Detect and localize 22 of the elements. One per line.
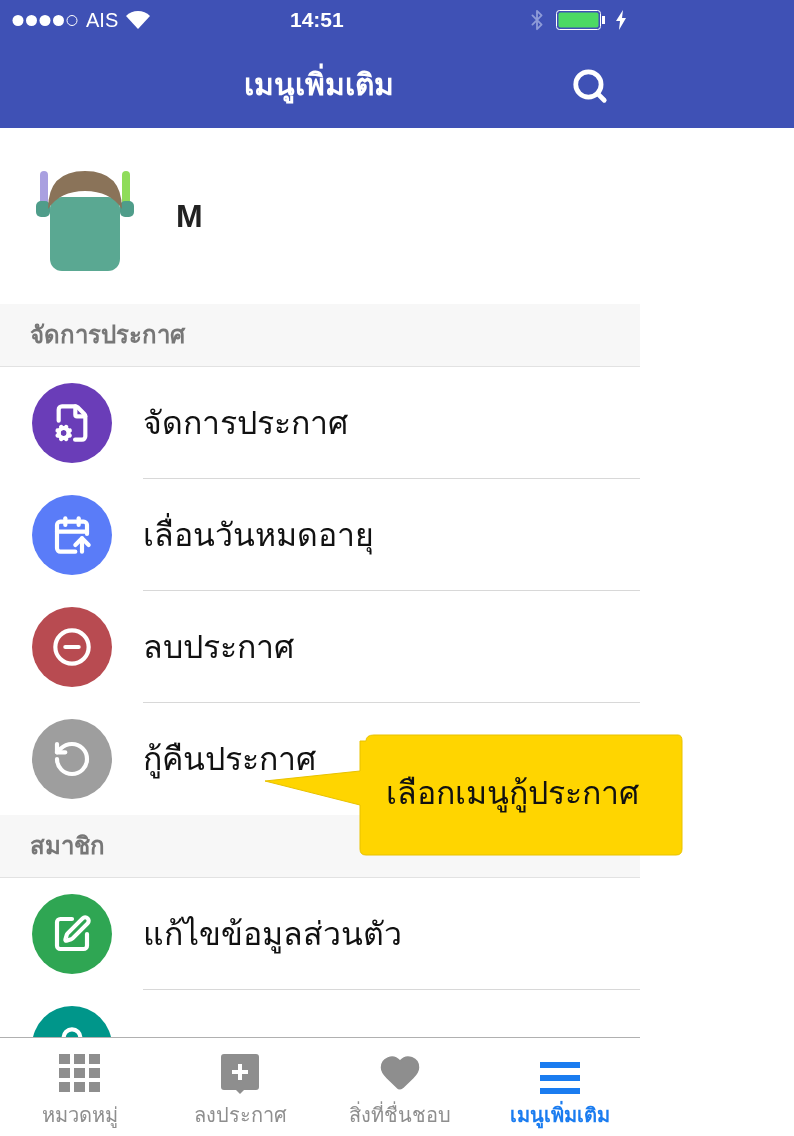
user-name: M bbox=[176, 197, 203, 236]
signal-icon bbox=[12, 13, 78, 27]
menu-item[interactable]: ลบประกาศ bbox=[143, 622, 294, 671]
page-title: เมนูเพิ่มเติม bbox=[244, 61, 394, 107]
menu-item[interactable]: กู้คืนประกาศ bbox=[143, 735, 316, 783]
wifi-icon bbox=[126, 11, 151, 29]
charging-icon bbox=[616, 10, 626, 30]
menu-item[interactable]: แก้ไขข้อมูลส่วนตัว bbox=[143, 909, 402, 958]
section-title: จัดการประกาศ bbox=[30, 320, 185, 350]
tab-item[interactable]: เมนูเพิ่มเติม bbox=[480, 1038, 640, 1136]
carrier-name: AIS bbox=[86, 8, 119, 33]
minus-circle-icon bbox=[51, 627, 92, 667]
menu-item[interactable]: เลื่อนวันหมดอายุ bbox=[143, 510, 374, 559]
section-title: สมาชิก bbox=[30, 831, 105, 861]
callout-text: เลือกเมนูกู้ประกาศ bbox=[386, 774, 639, 815]
clock-time: 14:51 bbox=[290, 7, 344, 34]
battery-icon bbox=[556, 10, 608, 30]
menu-item[interactable]: จัดการประกาศ bbox=[143, 398, 348, 447]
add-post-icon bbox=[221, 1054, 259, 1094]
menu-icon bbox=[540, 1062, 580, 1094]
search-icon bbox=[571, 67, 609, 105]
grid-icon bbox=[59, 1054, 101, 1094]
